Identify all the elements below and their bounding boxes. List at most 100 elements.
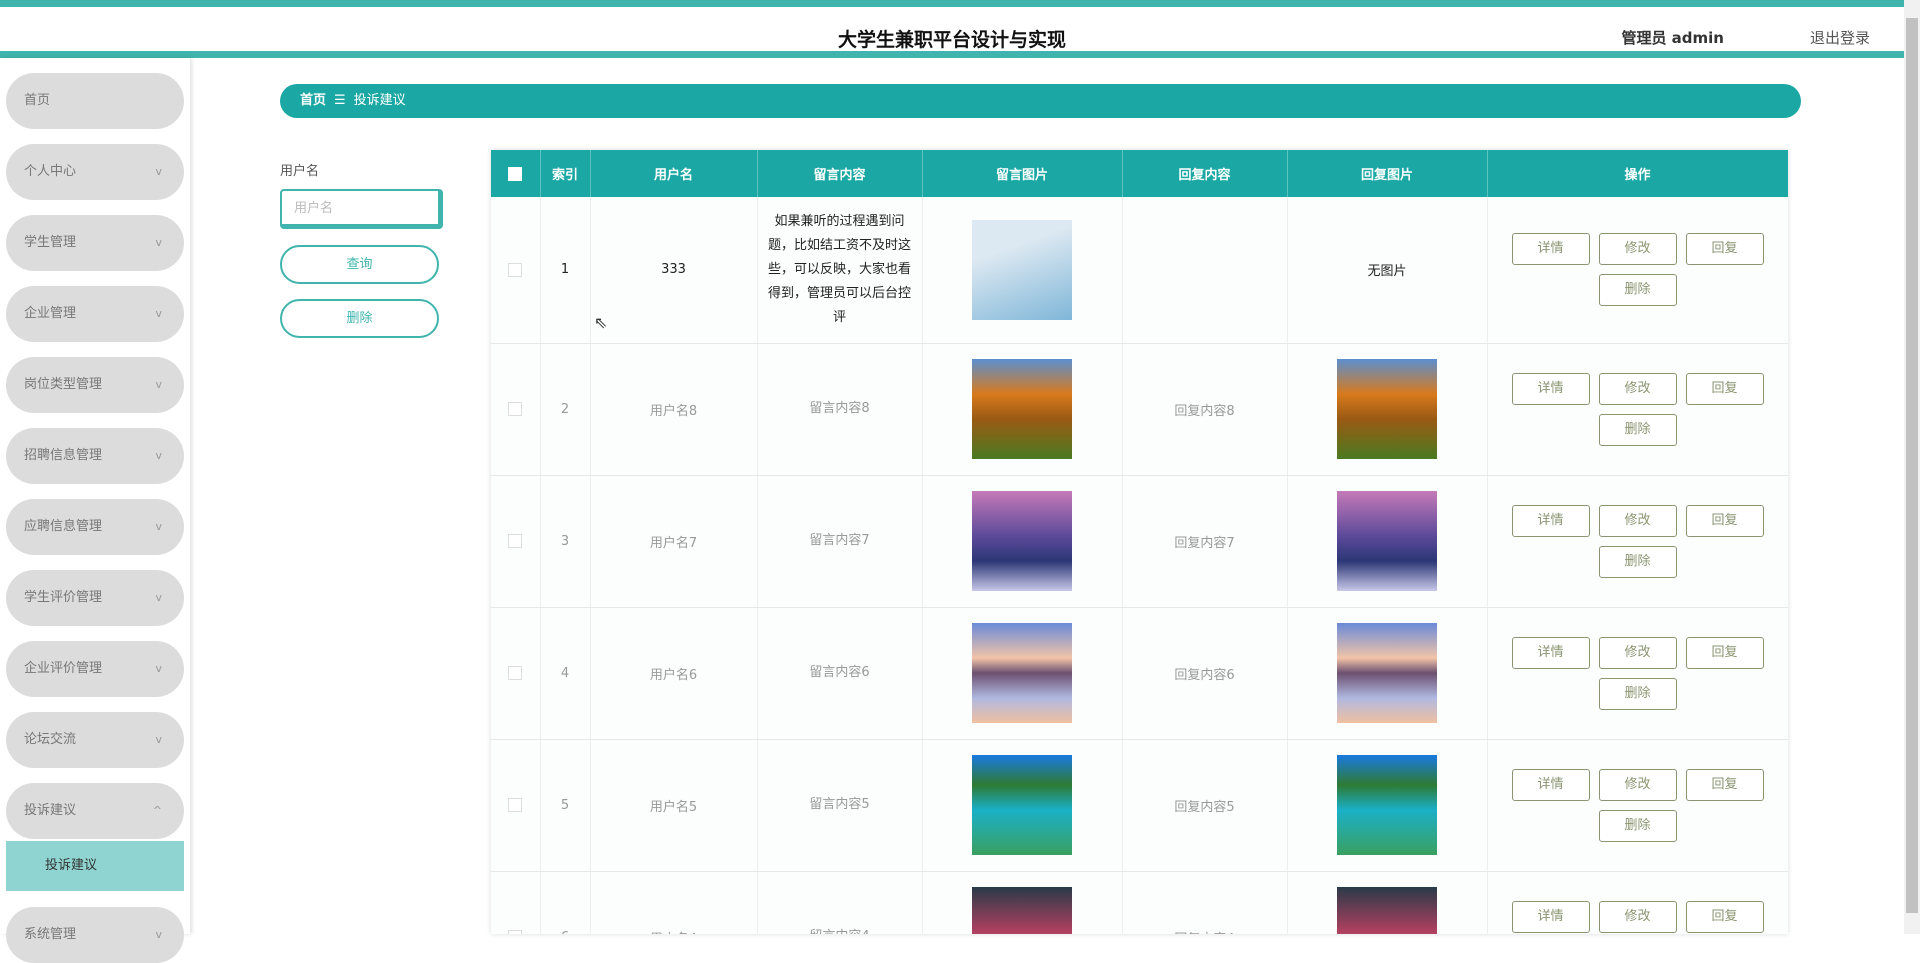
sidebar-item-8[interactable]: 企业评价管理 v [6,641,184,697]
reply-button[interactable]: 回复 [1685,900,1764,933]
row-checkbox[interactable] [508,534,523,548]
edit-button[interactable]: 修改 [1598,900,1677,933]
scrollbar-thumb[interactable] [1906,18,1918,913]
top-stripe [0,0,1904,7]
sidebar-item-11[interactable]: 系统管理 v [6,907,184,963]
edit-button[interactable]: 修改 [1598,768,1677,801]
edit-button[interactable]: 修改 [1598,504,1677,537]
delete-button[interactable]: 删除 [1598,274,1677,307]
cell-reply: 回复内容5 [1122,739,1288,872]
page-scrollbar[interactable] [1904,0,1920,934]
delete-button[interactable]: 删除 [1598,413,1677,446]
edit-button[interactable]: 修改 [1598,372,1677,405]
chevron-icon: v [155,520,162,533]
detail-button[interactable]: 详情 [1511,233,1590,266]
reply-image[interactable] [1337,755,1437,855]
sidebar-item-0[interactable]: 首页 [6,73,184,129]
breadcrumb-home[interactable]: 首页 [300,93,326,108]
reply-image-text: 无图片 [1367,264,1407,280]
sidebar-item-7[interactable]: 学生评价管理 v [6,570,184,626]
delete-button[interactable]: 删除 [1598,545,1677,578]
cell-username: 用户名4 [590,871,758,934]
reply-button[interactable]: 回复 [1685,504,1764,537]
cell-username: 333 [590,197,758,344]
chevron-icon: v [155,236,162,249]
chevron-icon: v [155,307,162,320]
query-button[interactable]: 查询 [280,245,439,284]
sidebar-item-5[interactable]: 招聘信息管理 v [6,428,184,484]
complaints-table: 索引 用户名 留言内容 留言图片 回复内容 回复图片 操作 1 333 如果兼听… [491,150,1788,934]
row-checkbox[interactable] [508,402,523,416]
header: 大学生兼职平台设计与实现 管理员 admin 退出登录 [0,7,1904,52]
header-index: 索引 [540,150,591,197]
chevron-icon: v [155,449,162,462]
reply-image[interactable] [1337,623,1437,723]
select-all-checkbox[interactable] [508,166,523,181]
sidebar-item-label: 个人中心 [24,164,77,179]
sidebar-item-label: 岗位类型管理 [24,377,103,392]
sidebar-item-10[interactable]: 投诉建议 ^ [6,783,184,839]
sidebar: 投诉建议 首页 个人中心 v 学生管理 v 企业管理 v 岗位类型管理 v 招聘信息管理 v 应聘信息… [0,58,190,963]
table-row: 5 用户名5 留言内容5 回复内容5 详情 修改 回复 删除 [491,739,1788,872]
cell-index: 4 [540,607,591,740]
chevron-icon: v [155,378,162,391]
cell-reply: 回复内容6 [1122,607,1288,740]
message-image[interactable] [972,219,1072,320]
row-checkbox[interactable] [508,798,523,812]
select-all-header[interactable] [491,150,541,197]
sidebar-subitem-complaints[interactable]: 投诉建议 [6,841,184,891]
sidebar-item-3[interactable]: 企业管理 v [6,286,184,342]
reply-button[interactable]: 回复 [1685,372,1764,405]
logout-link[interactable]: 退出登录 [1810,27,1870,48]
sidebar-item-1[interactable]: 个人中心 v [6,144,184,200]
message-image[interactable] [972,359,1072,459]
header-image: 留言图片 [922,150,1123,197]
cell-username: 用户名6 [590,607,758,740]
app-title: 大学生兼职平台设计与实现 [837,29,1066,51]
reply-image[interactable] [1337,359,1437,459]
message-image[interactable] [972,887,1072,934]
username-search-input[interactable] [280,189,443,229]
detail-button[interactable]: 详情 [1511,504,1590,537]
sidebar-item-2[interactable]: 学生管理 v [6,215,184,271]
message-image[interactable] [972,491,1072,591]
row-checkbox[interactable] [508,262,523,277]
message-image[interactable] [972,623,1072,723]
edit-button[interactable]: 修改 [1598,233,1677,266]
reply-button[interactable]: 回复 [1685,233,1764,266]
detail-button[interactable]: 详情 [1511,636,1590,669]
cell-content: 留言内容8 [757,343,923,476]
sidebar-item-label: 论坛交流 [24,732,77,747]
detail-button[interactable]: 详情 [1511,372,1590,405]
cell-index: 1 [540,197,591,344]
sidebar-item-label: 学生评价管理 [24,590,103,605]
reply-button[interactable]: 回复 [1685,768,1764,801]
sidebar-item-9[interactable]: 论坛交流 v [6,712,184,768]
detail-button[interactable]: 详情 [1511,900,1590,933]
header-reply-image: 回复图片 [1287,150,1488,197]
cell-content: 留言内容6 [757,607,923,740]
reply-image[interactable] [1337,887,1437,934]
sidebar-item-label: 首页 [24,93,51,108]
delete-button[interactable]: 删除 [1598,809,1677,842]
delete-button[interactable]: 删除 [1598,677,1677,710]
header-username: 用户名 [590,150,758,197]
header-band [0,51,1904,58]
chevron-icon: v [155,662,162,675]
sidebar-item-4[interactable]: 岗位类型管理 v [6,357,184,413]
cell-reply: 回复内容7 [1122,475,1288,608]
batch-delete-button[interactable]: 删除 [280,299,439,338]
message-image[interactable] [972,755,1072,855]
row-checkbox[interactable] [508,666,523,680]
sidebar-item-6[interactable]: 应聘信息管理 v [6,499,184,555]
reply-image[interactable] [1337,491,1437,591]
reply-button[interactable]: 回复 [1685,636,1764,669]
sidebar-item-label: 系统管理 [24,927,77,942]
chevron-icon: v [155,928,162,941]
table-row: 6 用户名4 留言内容4 回复内容4 详情 修改 回复 删除 [491,871,1788,934]
row-checkbox[interactable] [508,930,523,934]
edit-button[interactable]: 修改 [1598,636,1677,669]
cell-username: 用户名8 [590,343,758,476]
sidebar-item-label: 应聘信息管理 [24,519,103,534]
detail-button[interactable]: 详情 [1511,768,1590,801]
